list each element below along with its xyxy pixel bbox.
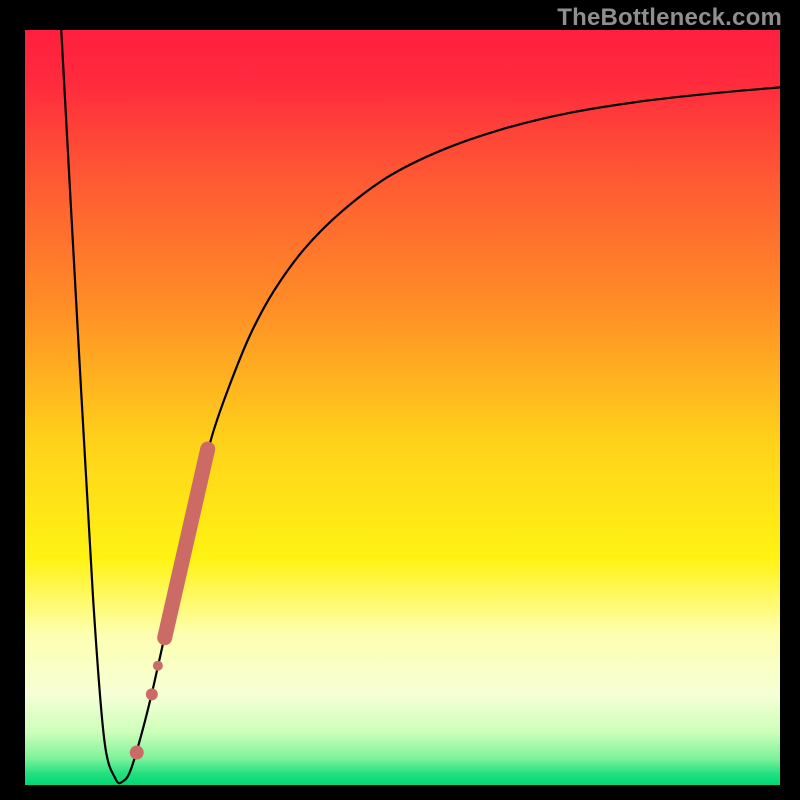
gradient-background: [25, 30, 780, 785]
marker-dot: [146, 688, 158, 700]
chart-svg: [25, 30, 780, 785]
marker-dot: [153, 661, 163, 671]
watermark-text: TheBottleneck.com: [557, 4, 782, 32]
plot-area: [25, 30, 780, 785]
chart-frame: TheBottleneck.com: [0, 0, 800, 800]
marker-dot: [130, 746, 144, 760]
